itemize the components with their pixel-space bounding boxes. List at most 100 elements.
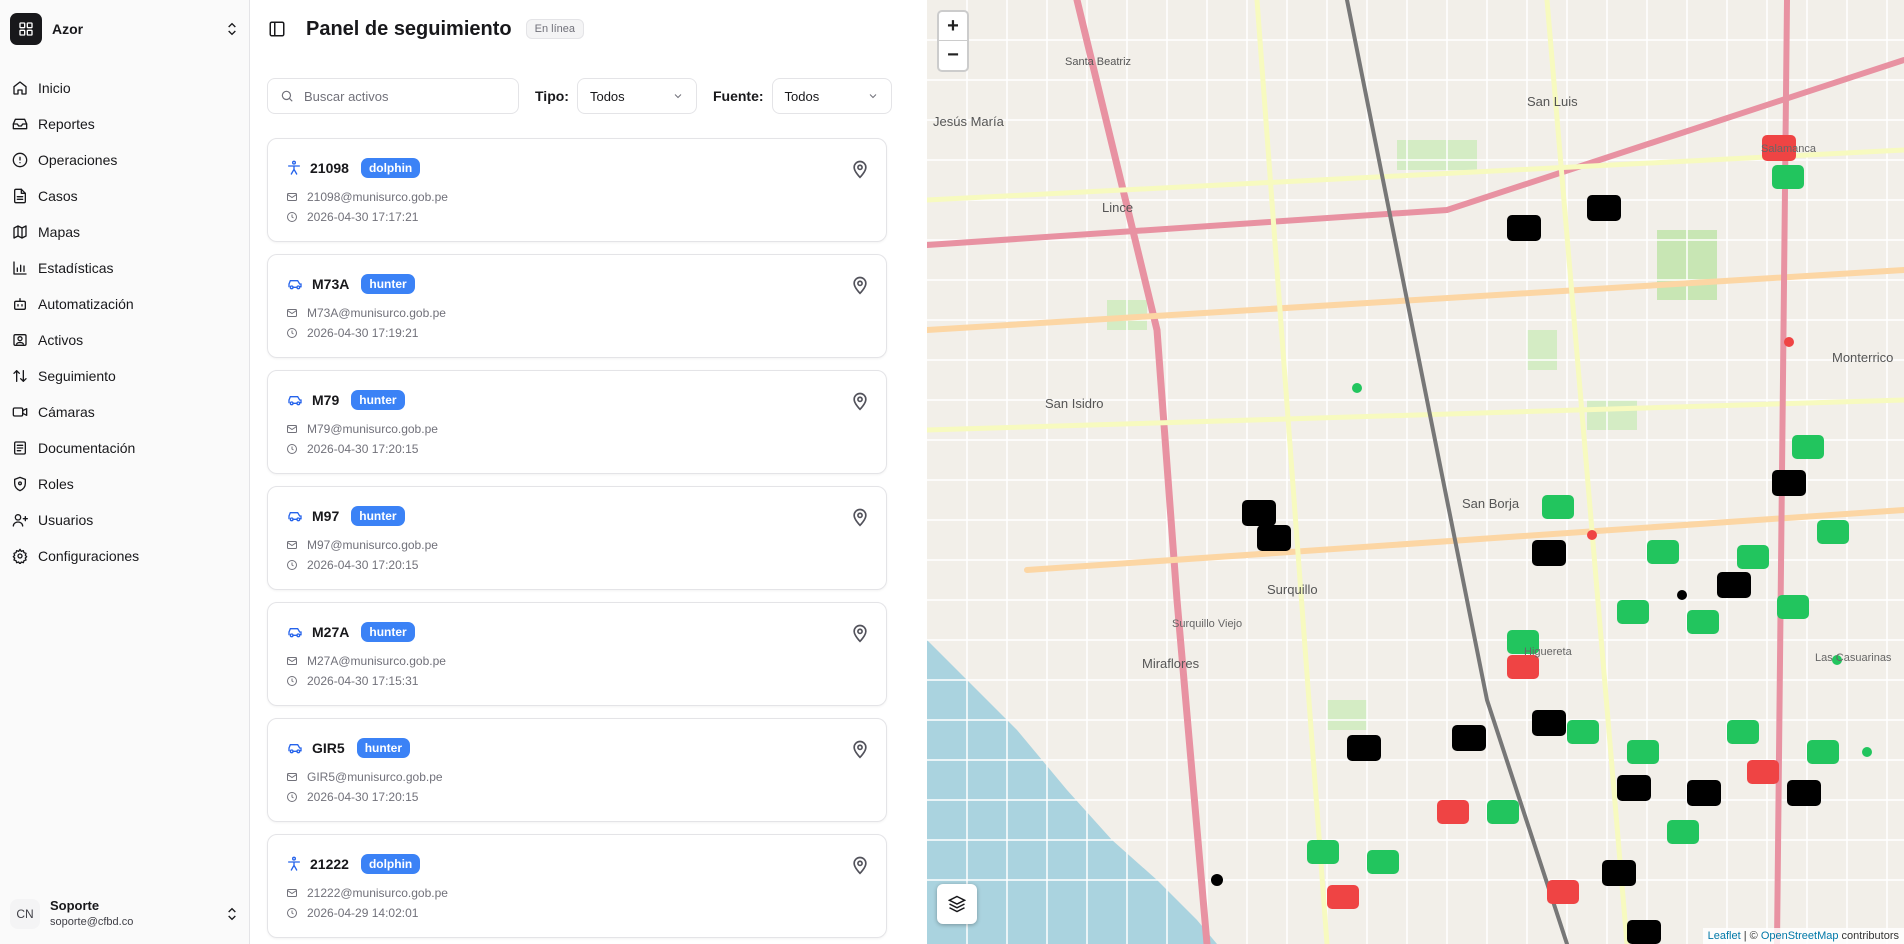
mail-icon bbox=[287, 541, 297, 549]
asset-email: M79@munisurco.gob.pe bbox=[307, 422, 438, 436]
video-icon bbox=[12, 407, 28, 417]
sidebar-item-roles[interactable]: Roles bbox=[0, 466, 250, 502]
map-pin-icon[interactable] bbox=[850, 275, 870, 295]
zoom-control: + − bbox=[937, 10, 969, 72]
sidebar-item-inicio[interactable]: Inicio bbox=[0, 70, 250, 106]
sidebar-item-automatizacion[interactable]: Automatización bbox=[0, 286, 250, 322]
sidebar-item-configuraciones[interactable]: Configuraciones bbox=[0, 538, 250, 574]
sidebar-item-casos[interactable]: Casos bbox=[0, 178, 250, 214]
asset-name: M73A bbox=[312, 276, 350, 292]
sidebar-item-activos[interactable]: Activos bbox=[0, 322, 250, 358]
map-view[interactable]: Santa Beatriz Jesús María Lince San Isid… bbox=[927, 0, 1904, 944]
map-pin-icon[interactable] bbox=[850, 159, 870, 179]
file-text-icon bbox=[14, 188, 26, 204]
zoom-out-button[interactable]: − bbox=[939, 41, 967, 70]
sidebar-item-documentacion[interactable]: Documentación bbox=[0, 430, 250, 466]
inbox-icon bbox=[12, 118, 28, 130]
sidebar-item-label: Automatización bbox=[38, 296, 134, 312]
sidebar-item-reportes[interactable]: Reportes bbox=[0, 106, 250, 142]
mail-icon bbox=[287, 309, 297, 317]
asset-name: M27A bbox=[312, 624, 350, 640]
asset-type-badge: hunter bbox=[361, 622, 415, 642]
brand-switcher[interactable]: Azor bbox=[10, 12, 240, 46]
fuente-select[interactable]: Todos bbox=[771, 78, 892, 114]
asset-timestamp: 2026-04-29 14:02:01 bbox=[307, 906, 419, 920]
asset-header: 21098 dolphin bbox=[286, 157, 421, 179]
tipo-select[interactable]: Todos bbox=[576, 78, 697, 114]
clock-icon bbox=[287, 908, 297, 918]
asset-card[interactable]: 21222 dolphin 21222@munisurco.gob.pe 2026-0… bbox=[267, 834, 887, 938]
asset-email-row: M73A@munisurco.gob.pe bbox=[286, 306, 446, 320]
asset-name: M79 bbox=[312, 392, 340, 408]
sidebar-item-estadisticas[interactable]: Estadísticas bbox=[0, 250, 250, 286]
map-pin-icon[interactable] bbox=[850, 507, 870, 527]
clock-icon bbox=[287, 212, 297, 222]
sidebar-item-label: Activos bbox=[38, 332, 84, 348]
sidebar-toggle-icon[interactable] bbox=[268, 20, 286, 38]
mail-icon bbox=[287, 425, 297, 433]
search-box bbox=[267, 78, 519, 114]
sidebar-item-camaras[interactable]: Cámaras bbox=[0, 394, 250, 430]
brand-logo-icon bbox=[10, 13, 42, 45]
asset-time-row: 2026-04-30 17:19:21 bbox=[286, 326, 418, 340]
avatar: CN bbox=[10, 899, 40, 929]
map-pin-icon[interactable] bbox=[850, 391, 870, 411]
asset-card[interactable]: M73A hunter M73A@munisurco.gob.pe 2026-04-3… bbox=[267, 254, 887, 358]
bot-icon bbox=[14, 298, 26, 310]
arrow-up-down-icon bbox=[13, 370, 27, 382]
map-label-salamanca: Salamanca bbox=[1761, 143, 1817, 155]
leaflet-link[interactable]: Leaflet bbox=[1708, 930, 1741, 942]
sidebar-item-seguimiento[interactable]: Seguimiento bbox=[0, 358, 250, 394]
search-input[interactable] bbox=[304, 88, 504, 104]
map-pin-icon[interactable] bbox=[850, 855, 870, 875]
sidebar-item-label: Mapas bbox=[38, 224, 81, 240]
zoom-in-button[interactable]: + bbox=[939, 12, 967, 41]
asset-email: GIR5@munisurco.gob.pe bbox=[307, 770, 443, 784]
sidebar-item-mapas[interactable]: Mapas bbox=[0, 214, 250, 250]
map-label-miraflores: Miraflores bbox=[1142, 656, 1200, 671]
sidebar-nav: Inicio Reportes Operaciones Casos Mapas … bbox=[0, 70, 250, 574]
asset-email-row: GIR5@munisurco.gob.pe bbox=[286, 770, 443, 784]
asset-header: M97 hunter bbox=[286, 505, 405, 527]
mail-icon bbox=[287, 193, 297, 201]
map-label-lince: Lince bbox=[1102, 200, 1134, 215]
map-label-san-isidro: San Isidro bbox=[1045, 396, 1104, 411]
asset-header: M73A hunter bbox=[286, 273, 415, 295]
home-icon bbox=[13, 81, 27, 95]
asset-email-row: 21098@munisurco.gob.pe bbox=[286, 190, 448, 204]
asset-card[interactable]: 21098 dolphin 21098@munisurco.gob.pe 2026-0… bbox=[267, 138, 887, 242]
book-icon bbox=[14, 441, 26, 455]
clock-icon bbox=[287, 792, 297, 802]
map-pin-icon[interactable] bbox=[850, 739, 870, 759]
asset-header: M27A hunter bbox=[286, 621, 415, 643]
mail-icon bbox=[287, 773, 297, 781]
contact-icon bbox=[13, 334, 27, 346]
car-icon bbox=[286, 740, 304, 756]
person-icon bbox=[286, 160, 302, 176]
map-pin-icon[interactable] bbox=[850, 623, 870, 643]
fuente-label: Fuente: bbox=[712, 88, 764, 104]
asset-card[interactable]: GIR5 hunter GIR5@munisurco.gob.pe 2026-04-3… bbox=[267, 718, 887, 822]
asset-email-row: M79@munisurco.gob.pe bbox=[286, 422, 438, 436]
car-icon bbox=[286, 624, 304, 640]
asset-card[interactable]: M79 hunter M79@munisurco.gob.pe 2026-04-30 … bbox=[267, 370, 887, 474]
user-info: Soporte soporte@cfbd.co bbox=[50, 898, 224, 930]
user-menu[interactable]: CN Soporte soporte@cfbd.co bbox=[10, 895, 240, 933]
clock-icon bbox=[287, 328, 297, 338]
asset-header: 21222 dolphin bbox=[286, 853, 421, 875]
asset-card[interactable]: M27A hunter M27A@munisurco.gob.pe 2026-04-3… bbox=[267, 602, 887, 706]
asset-name: 21222 bbox=[310, 856, 349, 872]
panel-header: Panel de seguimiento En línea bbox=[250, 0, 927, 58]
asset-time-row: 2026-04-30 17:20:15 bbox=[286, 558, 418, 572]
filters-bar: Tipo: Todos Fuente: Todos bbox=[267, 78, 909, 114]
asset-timestamp: 2026-04-30 17:17:21 bbox=[307, 210, 419, 224]
sidebar-item-operaciones[interactable]: Operaciones bbox=[0, 142, 250, 178]
asset-time-row: 2026-04-29 14:02:01 bbox=[286, 906, 418, 920]
sidebar-item-usuarios[interactable]: Usuarios bbox=[0, 502, 250, 538]
layers-button[interactable] bbox=[937, 884, 977, 924]
map-label-las-casuarinas: Las Casuarinas bbox=[1815, 652, 1892, 664]
asset-card[interactable]: M97 hunter M97@munisurco.gob.pe 2026-04-30 … bbox=[267, 486, 887, 590]
osm-link[interactable]: OpenStreetMap bbox=[1761, 930, 1839, 942]
tracking-panel: Panel de seguimiento En línea Tipo: Todo… bbox=[250, 0, 927, 944]
asset-timestamp: 2026-04-30 17:20:15 bbox=[307, 790, 419, 804]
